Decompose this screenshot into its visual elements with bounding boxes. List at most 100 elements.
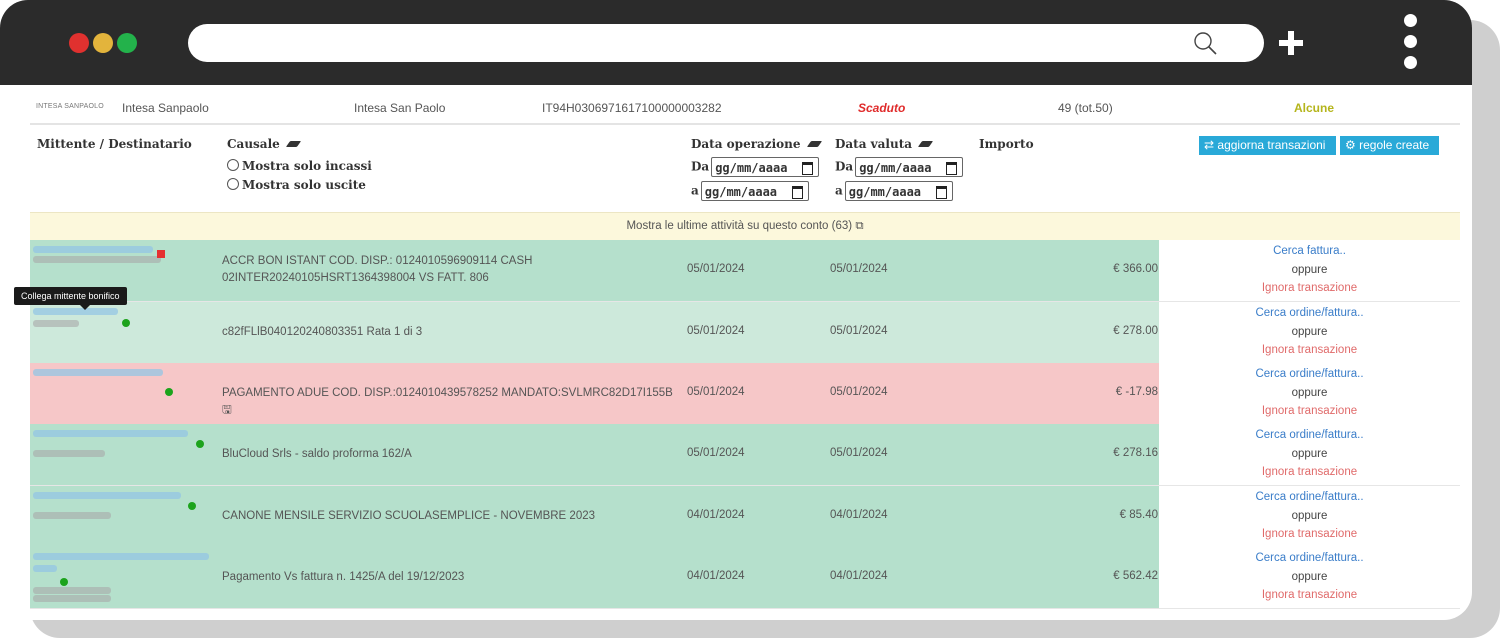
ignora-transazione-link[interactable]: Ignora transazione (1159, 344, 1460, 356)
sender-cell[interactable] (30, 424, 216, 485)
save-icon[interactable]: 🖫 (222, 404, 232, 416)
cerca-fattura-link[interactable]: Cerca ordine/fattura.. (1159, 307, 1460, 319)
table-row: Pagamento Vs fattura n. 1425/A del 19/12… (30, 547, 1460, 609)
causale-text: CANONE MENSILE SERVIZIO SCUOLASEMPLICE -… (222, 510, 596, 522)
sender-name-blurred[interactable] (33, 308, 118, 315)
data-op-to-input[interactable]: gg/mm/aaaa (700, 181, 809, 201)
cerca-fattura-link[interactable]: Cerca ordine/fattura.. (1159, 491, 1460, 503)
recent-activity-notice[interactable]: Mostra le ultime attività su questo cont… (30, 212, 1460, 241)
bank-iban: IT94H0306971617100000003282 (542, 101, 722, 115)
date-placeholder: gg/mm/aaaa (704, 185, 778, 199)
data-val-from-input[interactable]: gg/mm/aaaa (855, 157, 964, 177)
eraser-icon[interactable] (285, 141, 301, 147)
sender-name-blurred[interactable] (33, 246, 153, 253)
tooltip: Collega mittente bonifico (14, 287, 127, 310)
sender-name-blurred[interactable] (33, 369, 163, 376)
sender-name-blurred[interactable] (33, 565, 57, 572)
browser-toolbar (0, 0, 1472, 85)
radio-circle-icon[interactable] (227, 159, 239, 171)
cerca-fattura-link[interactable]: Cerca ordine/fattura.. (1159, 368, 1460, 380)
radio-circle-icon[interactable] (227, 178, 239, 190)
bank-account-row: INTESA SANPAOLO Intesa Sanpaolo Intesa S… (30, 85, 1460, 125)
radio-uscite-label: Mostra solo uscite (242, 178, 366, 192)
calendar-icon[interactable] (946, 162, 958, 175)
date-placeholder: gg/mm/aaaa (715, 161, 788, 175)
refresh-icon: ⇄ (1204, 138, 1218, 152)
link-icon[interactable] (60, 578, 68, 586)
link-icon[interactable] (165, 388, 173, 396)
sender-cell[interactable] (30, 486, 216, 547)
sender-cell[interactable] (30, 547, 216, 608)
oppure-text: oppure (1291, 510, 1328, 522)
unlink-icon[interactable] (157, 250, 165, 258)
importo-cell: € 278.00 (1113, 325, 1158, 337)
ignora-transazione-link[interactable]: Ignora transazione (1159, 282, 1460, 294)
minimize-window-dot[interactable] (93, 33, 113, 53)
a-label: a (691, 183, 699, 198)
calendar-icon[interactable] (935, 186, 947, 199)
sender-cell[interactable] (30, 363, 216, 424)
causale-text: ACCR BON ISTANT COD. DISP.: 012401059690… (222, 255, 533, 284)
cerca-fattura-link[interactable]: Cerca fattura.. (1159, 245, 1460, 257)
sender-sub-blurred (33, 256, 161, 263)
radio-solo-incassi[interactable]: Mostra solo incassi (227, 159, 372, 173)
data-val-to-input[interactable]: gg/mm/aaaa (844, 181, 953, 201)
calendar-icon[interactable] (802, 162, 814, 175)
sender-name-blurred[interactable] (33, 553, 209, 560)
sender-cell[interactable] (30, 302, 216, 363)
page-content: INTESA SANPAOLO Intesa Sanpaolo Intesa S… (14, 85, 1460, 620)
eraser-icon[interactable] (917, 141, 934, 147)
plus-icon[interactable] (1276, 28, 1306, 58)
ignora-transazione-link[interactable]: Ignora transazione (1159, 589, 1460, 601)
data-op-to: a gg/mm/aaaa (691, 181, 809, 201)
more-vertical-icon[interactable] (1402, 14, 1420, 74)
ignora-transazione-link[interactable]: Ignora transazione (1159, 405, 1460, 417)
cerca-fattura-link[interactable]: Cerca ordine/fattura.. (1159, 429, 1460, 441)
data-op-from-input[interactable]: gg/mm/aaaa (711, 157, 820, 177)
oppure-text: oppure (1291, 326, 1328, 338)
ignora-transazione-link[interactable]: Ignora transazione (1159, 528, 1460, 540)
filter-header: Mittente / Destinatario Causale Mostra s… (30, 125, 1460, 210)
eraser-icon[interactable] (806, 141, 822, 147)
sender-name-blurred[interactable] (33, 492, 181, 499)
link-icon[interactable] (188, 502, 196, 510)
causale-text: Pagamento Vs fattura n. 1425/A del 19/12… (222, 571, 465, 583)
causale-text: BluCloud Srls - saldo proforma 162/A (222, 448, 412, 460)
sender-sub-blurred (33, 587, 111, 594)
data-valuta-cell: 05/01/2024 (830, 386, 888, 398)
ignora-transazione-link[interactable]: Ignora transazione (1159, 466, 1460, 478)
table-row: BluCloud Srls - saldo proforma 162/A 05/0… (30, 424, 1460, 486)
maximize-window-dot[interactable] (117, 33, 137, 53)
actions-cell: Cerca ordine/fattura.. oppure Ignora trans… (1159, 424, 1460, 485)
calendar-icon[interactable] (791, 186, 803, 199)
address-bar[interactable] (188, 24, 1264, 62)
sender-name-blurred[interactable] (33, 430, 188, 437)
causale-cell: ACCR BON ISTANT COD. DISP.: 012401059690… (222, 253, 682, 287)
data-val-from: Da gg/mm/aaaa (835, 157, 964, 177)
importo-cell: € 278.16 (1113, 447, 1158, 459)
regole-create-button[interactable]: ⚙ regole create (1340, 136, 1439, 155)
da-label: Da (835, 159, 854, 174)
link-icon[interactable] (122, 319, 130, 327)
search-icon[interactable] (1192, 30, 1218, 56)
actions-cell: Cerca ordine/fattura.. oppure Ignora trans… (1159, 486, 1460, 547)
causale-cell: CANONE MENSILE SERVIZIO SCUOLASEMPLICE -… (222, 508, 682, 525)
close-window-dot[interactable] (69, 33, 89, 53)
causale-cell: BluCloud Srls - saldo proforma 162/A (222, 446, 682, 463)
importo-cell: € 85.40 (1119, 509, 1158, 521)
column-data-operazione: Data operazione (691, 137, 822, 151)
external-link-icon[interactable]: ⧉ (855, 220, 863, 232)
date-placeholder: gg/mm/aaaa (859, 161, 932, 175)
data-operazione-cell: 04/01/2024 (687, 509, 745, 521)
a-label: a (835, 183, 843, 198)
cerca-fattura-link[interactable]: Cerca ordine/fattura.. (1159, 552, 1460, 564)
aggiorna-transazioni-button[interactable]: ⇄ aggiorna transazioni (1199, 136, 1336, 155)
link-icon[interactable] (196, 440, 204, 448)
oppure-text: oppure (1291, 571, 1328, 583)
column-data-op-label: Data operazione (691, 137, 801, 151)
radio-solo-uscite[interactable]: Mostra solo uscite (227, 178, 366, 192)
actions-cell: Cerca ordine/fattura.. oppure Ignora trans… (1159, 547, 1460, 608)
data-valuta-cell: 04/01/2024 (830, 509, 888, 521)
sender-sub-blurred (33, 595, 111, 602)
causale-cell: c82fFLlB040120240803351 Rata 1 di 3 (222, 324, 682, 341)
